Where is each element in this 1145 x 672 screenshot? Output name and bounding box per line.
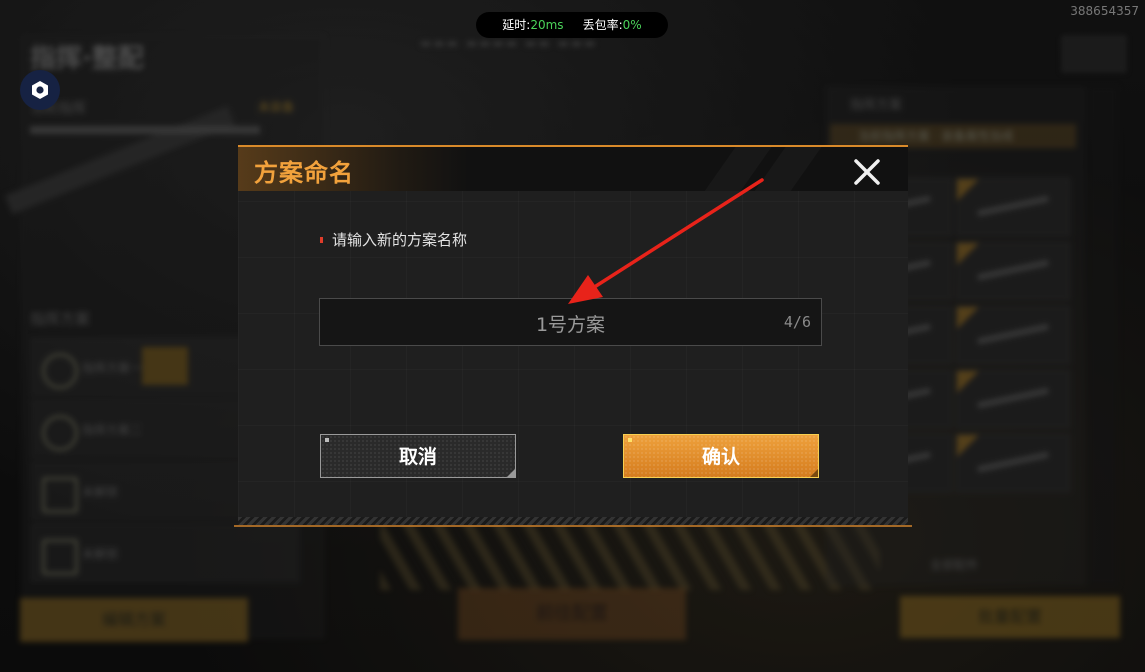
dialog-footer-line <box>234 525 912 527</box>
confirm-button[interactable]: 确认 <box>623 434 819 478</box>
plan-name-input[interactable]: 1号方案 4/6 <box>319 298 822 346</box>
latency-value: 20ms <box>530 18 564 32</box>
dialog-title: 方案命名 <box>254 159 354 187</box>
cancel-button-label: 取消 <box>398 446 437 468</box>
user-id: 388654357 <box>1070 4 1139 18</box>
plan-name-value: 1号方案 <box>535 314 606 336</box>
dialog-header: 方案命名 <box>238 145 908 191</box>
cancel-button[interactable]: 取消 <box>320 434 516 478</box>
confirm-button-label: 确认 <box>701 446 740 468</box>
name-prompt-label: 请输入新的方案名称 <box>332 231 468 249</box>
network-status-pill: 延时:20ms 丢包率:0% <box>476 12 668 38</box>
close-button[interactable] <box>852 157 886 191</box>
dialog-footer-hatch <box>238 517 908 525</box>
latency-label: 延时: <box>502 18 531 32</box>
char-counter: 4/6 <box>783 313 811 331</box>
packet-loss-value: 0% <box>622 18 642 32</box>
floating-menu-button[interactable] <box>20 70 60 110</box>
packet-loss-label: 丢包率: <box>582 18 623 32</box>
rename-plan-dialog: 方案命名 请输入新的方案名称 1号方案 4/6 取消 确认 <box>234 145 912 527</box>
required-marker <box>320 237 323 243</box>
close-icon <box>854 159 880 185</box>
hexagon-settings-icon <box>32 81 48 99</box>
